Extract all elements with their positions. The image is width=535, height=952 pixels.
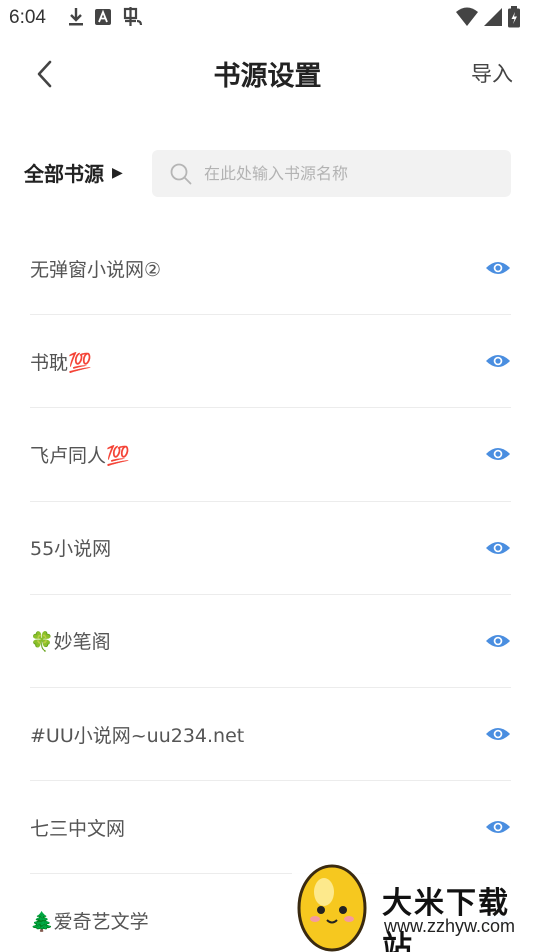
list-item[interactable]: #UU小说网~uu234.net xyxy=(30,688,511,782)
source-name: 飞卢同人💯 xyxy=(30,444,130,467)
page-title: 书源设置 xyxy=(213,61,322,92)
eye-icon xyxy=(486,262,510,275)
visibility-toggle[interactable] xyxy=(485,818,511,836)
eye-icon xyxy=(486,541,510,554)
eye-icon xyxy=(486,634,510,647)
filter-row: 全部书源 ▶ xyxy=(0,150,535,198)
bug-icon xyxy=(123,7,143,26)
signal-icon xyxy=(484,8,502,26)
source-group-dropdown[interactable]: 全部书源 ▶ xyxy=(24,158,123,187)
a-app-icon xyxy=(95,9,111,25)
visibility-toggle[interactable] xyxy=(485,259,511,277)
visibility-toggle[interactable] xyxy=(485,352,511,370)
search-box xyxy=(152,150,511,197)
watermark-title: 大米下载站 xyxy=(382,886,510,952)
visibility-toggle[interactable] xyxy=(485,539,511,557)
source-name: 🍀妙笔阁 xyxy=(30,631,111,654)
visibility-toggle[interactable] xyxy=(485,445,511,463)
source-name: 无弹窗小说网② xyxy=(30,258,162,281)
list-item[interactable]: 🍀妙笔阁 xyxy=(30,595,511,688)
source-name: 55小说网 xyxy=(30,538,112,561)
visibility-toggle[interactable] xyxy=(485,725,511,743)
download-icon xyxy=(69,8,83,26)
source-list: 无弹窗小说网② 书耽💯 飞卢同人💯 55小说网 🍀妙笔阁 #UU小说网~uu23… xyxy=(0,222,535,952)
battery-icon xyxy=(508,6,520,28)
status-notification-icons xyxy=(68,6,144,28)
source-name: 书耽💯 xyxy=(30,351,92,374)
list-item[interactable]: 无弹窗小说网② xyxy=(30,222,511,316)
status-time: 6:04 xyxy=(9,7,46,28)
wifi-icon xyxy=(456,7,478,26)
list-item[interactable]: 55小说网 xyxy=(30,502,511,595)
eye-icon xyxy=(486,821,510,834)
list-item[interactable]: 飞卢同人💯 xyxy=(30,408,511,502)
search-icon xyxy=(170,163,192,184)
eye-icon xyxy=(486,448,510,461)
dropdown-arrow-icon: ▶ xyxy=(112,164,123,181)
eye-icon xyxy=(486,355,510,368)
status-bar: 6:04 xyxy=(0,0,535,38)
import-button[interactable]: 导入 xyxy=(471,58,513,88)
search-input[interactable] xyxy=(204,164,494,183)
watermark-url: www.zzhyw.com xyxy=(384,916,516,936)
source-name: 🌲爱奇艺文学 xyxy=(30,910,149,933)
mascot-logo-icon xyxy=(297,864,367,952)
toolbar: 书源设置 导入 xyxy=(0,42,535,104)
status-system-icons xyxy=(455,6,521,28)
visibility-toggle[interactable] xyxy=(485,632,511,650)
eye-icon xyxy=(486,728,510,741)
source-group-label: 全部书源 xyxy=(24,162,104,186)
source-name: #UU小说网~uu234.net xyxy=(30,724,245,747)
source-name: 七三中文网 xyxy=(30,817,126,840)
list-item[interactable]: 书耽💯 xyxy=(30,315,511,409)
watermark-overlay: 大米下载站 www.zzhyw.com xyxy=(292,858,535,952)
